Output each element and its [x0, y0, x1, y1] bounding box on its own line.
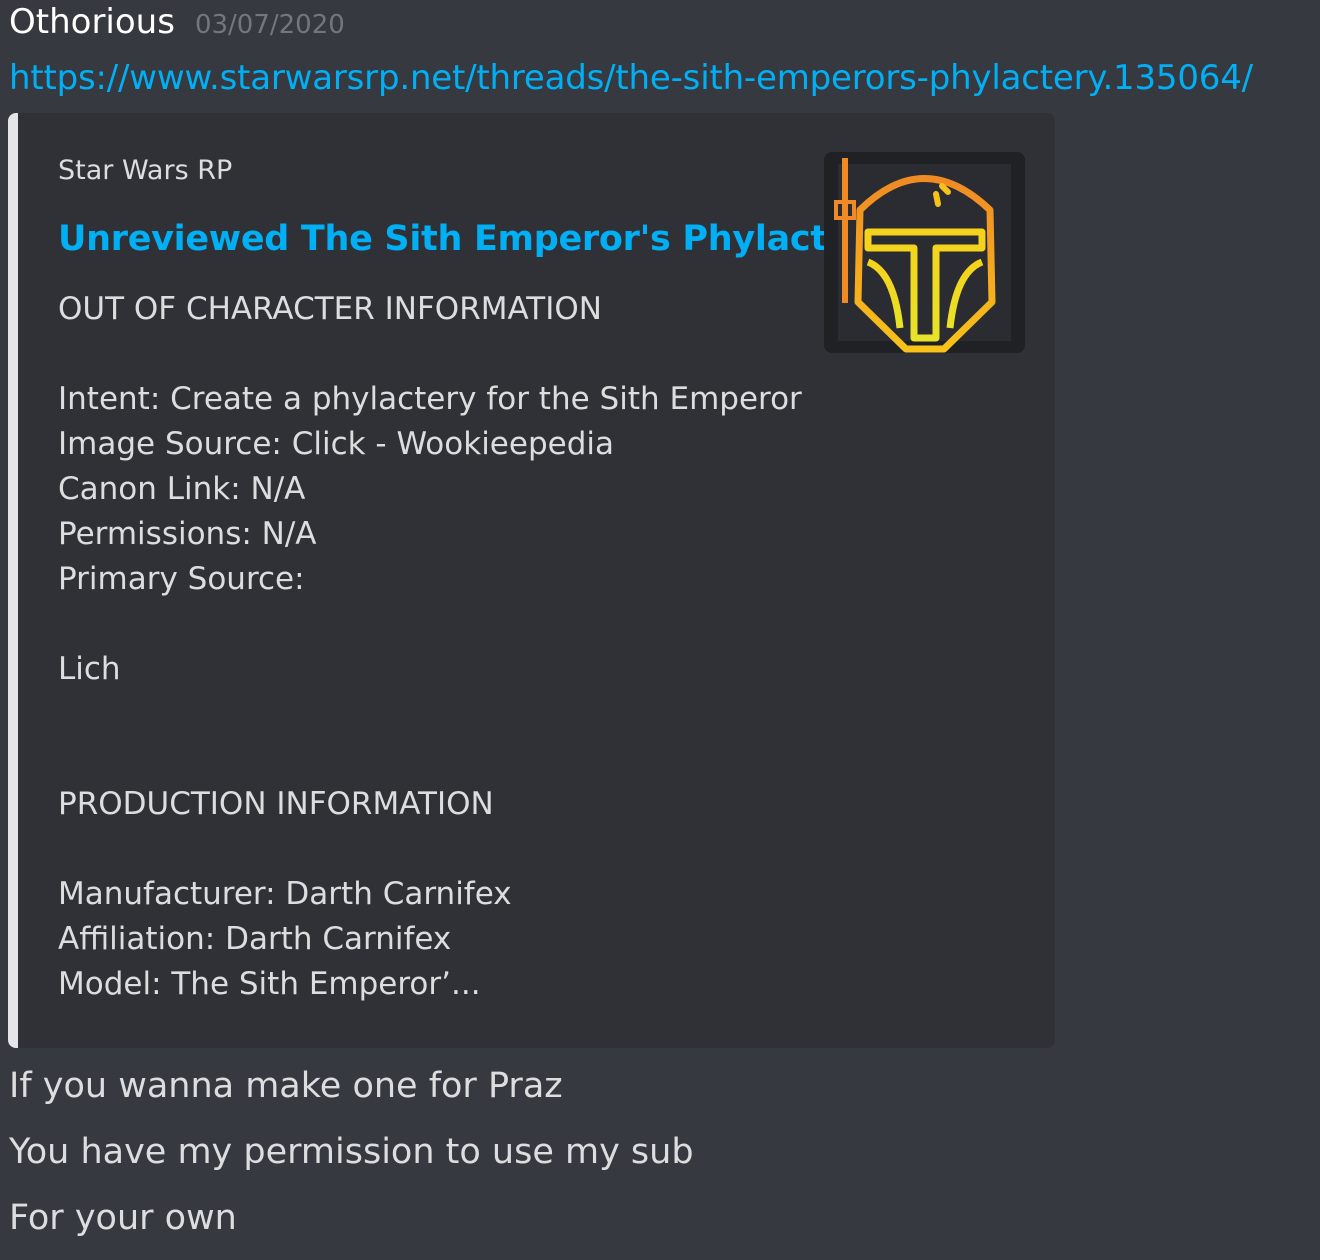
desc-line — [58, 332, 818, 377]
username[interactable]: Othorious — [9, 2, 175, 42]
desc-line — [58, 602, 818, 647]
desc-line: Permissions: N/A — [58, 516, 317, 552]
embed-title[interactable]: Unreviewed The Sith Emperor's Phylactery — [58, 219, 890, 259]
message-line: You have my permission to use my sub — [9, 1132, 694, 1172]
desc-line — [58, 692, 818, 737]
embed-thumbnail[interactable] — [824, 152, 1025, 353]
timestamp: 03/07/2020 — [194, 10, 345, 40]
message-line: If you wanna make one for Praz — [9, 1066, 563, 1106]
mandalorian-helmet-icon — [834, 158, 1011, 353]
chat-message: Othorious 03/07/2020 https://www.starwar… — [0, 0, 1320, 1260]
desc-line: Image Source: Click - Wookieepedia — [58, 426, 614, 462]
desc-line: Intent: Create a phylactery for the Sith… — [58, 381, 802, 417]
embed-provider[interactable]: Star Wars RP — [58, 155, 232, 186]
desc-line: Affiliation: Darth Carnifex — [58, 921, 452, 957]
desc-line: PRODUCTION INFORMATION — [58, 786, 494, 822]
link-embed: Star Wars RP Unreviewed The Sith Emperor… — [8, 113, 1055, 1048]
thread-link[interactable]: https://www.starwarsrp.net/threads/the-s… — [9, 58, 1253, 98]
desc-line — [58, 827, 818, 872]
desc-line: OUT OF CHARACTER INFORMATION — [58, 291, 602, 327]
desc-line: Lich — [58, 651, 121, 687]
message-header: Othorious 03/07/2020 — [9, 2, 345, 52]
embed-description: OUT OF CHARACTER INFORMATION Intent: Cre… — [58, 287, 818, 1007]
desc-line: Primary Source: — [58, 561, 305, 597]
desc-line — [58, 737, 818, 782]
desc-line: Model: The Sith Emperor’... — [58, 966, 481, 1002]
desc-line: Canon Link: N/A — [58, 471, 306, 507]
message-line: For your own — [9, 1198, 237, 1238]
desc-line: Manufacturer: Darth Carnifex — [58, 876, 512, 912]
